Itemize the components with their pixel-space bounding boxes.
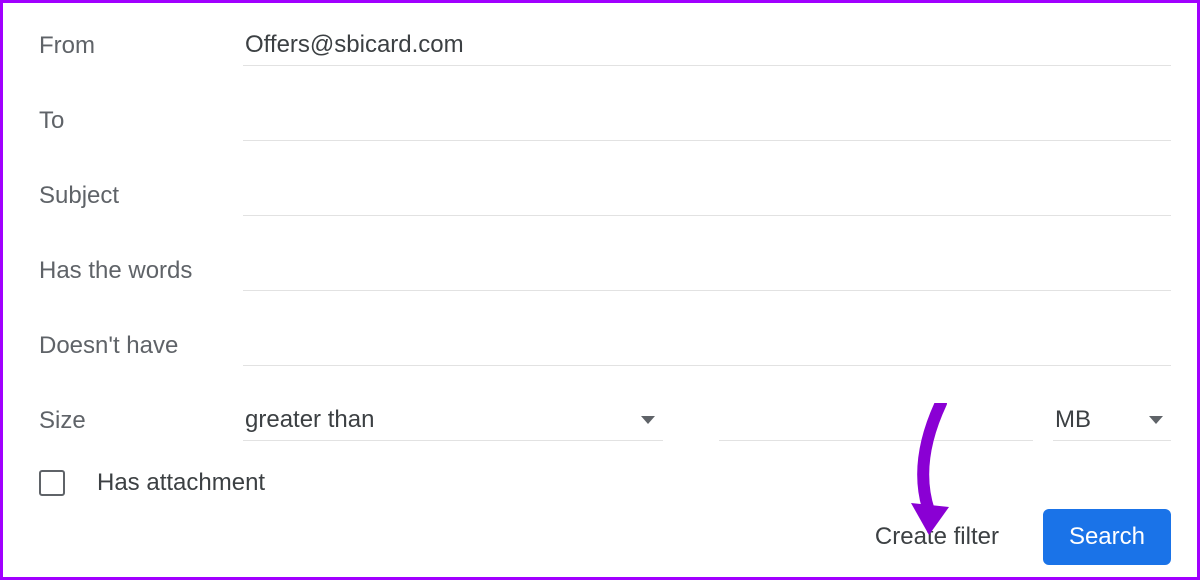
chevron-down-icon [641, 416, 655, 424]
has-words-label: Has the words [39, 257, 243, 291]
doesnt-have-input[interactable] [243, 327, 1171, 366]
doesnt-have-row: Doesn't have [39, 327, 1171, 366]
to-label: To [39, 107, 243, 141]
from-row: From [39, 27, 1171, 66]
has-words-input[interactable] [243, 252, 1171, 291]
create-filter-button[interactable]: Create filter [871, 515, 1003, 559]
search-filter-panel: From To Subject Has the words Doesn't ha… [0, 0, 1200, 580]
to-row: To [39, 102, 1171, 141]
size-operator-value: greater than [245, 406, 374, 434]
has-attachment-checkbox[interactable] [39, 470, 65, 496]
subject-input[interactable] [243, 177, 1171, 216]
has-words-row: Has the words [39, 252, 1171, 291]
size-value-input[interactable] [719, 402, 1033, 441]
chevron-down-icon [1149, 416, 1163, 424]
doesnt-have-label: Doesn't have [39, 332, 243, 366]
from-input[interactable] [243, 27, 1171, 66]
has-attachment-label: Has attachment [97, 469, 265, 497]
size-unit-dropdown[interactable]: MB [1053, 402, 1171, 441]
size-operator-dropdown[interactable]: greater than [243, 402, 663, 441]
to-input[interactable] [243, 102, 1171, 141]
size-label: Size [39, 407, 243, 441]
subject-row: Subject [39, 177, 1171, 216]
subject-label: Subject [39, 182, 243, 216]
footer-actions: Create filter Search [871, 509, 1171, 565]
from-label: From [39, 32, 243, 66]
size-row: Size greater than MB [39, 402, 1171, 441]
has-attachment-row: Has attachment [39, 469, 1171, 497]
size-unit-value: MB [1055, 406, 1091, 434]
search-button[interactable]: Search [1043, 509, 1171, 565]
